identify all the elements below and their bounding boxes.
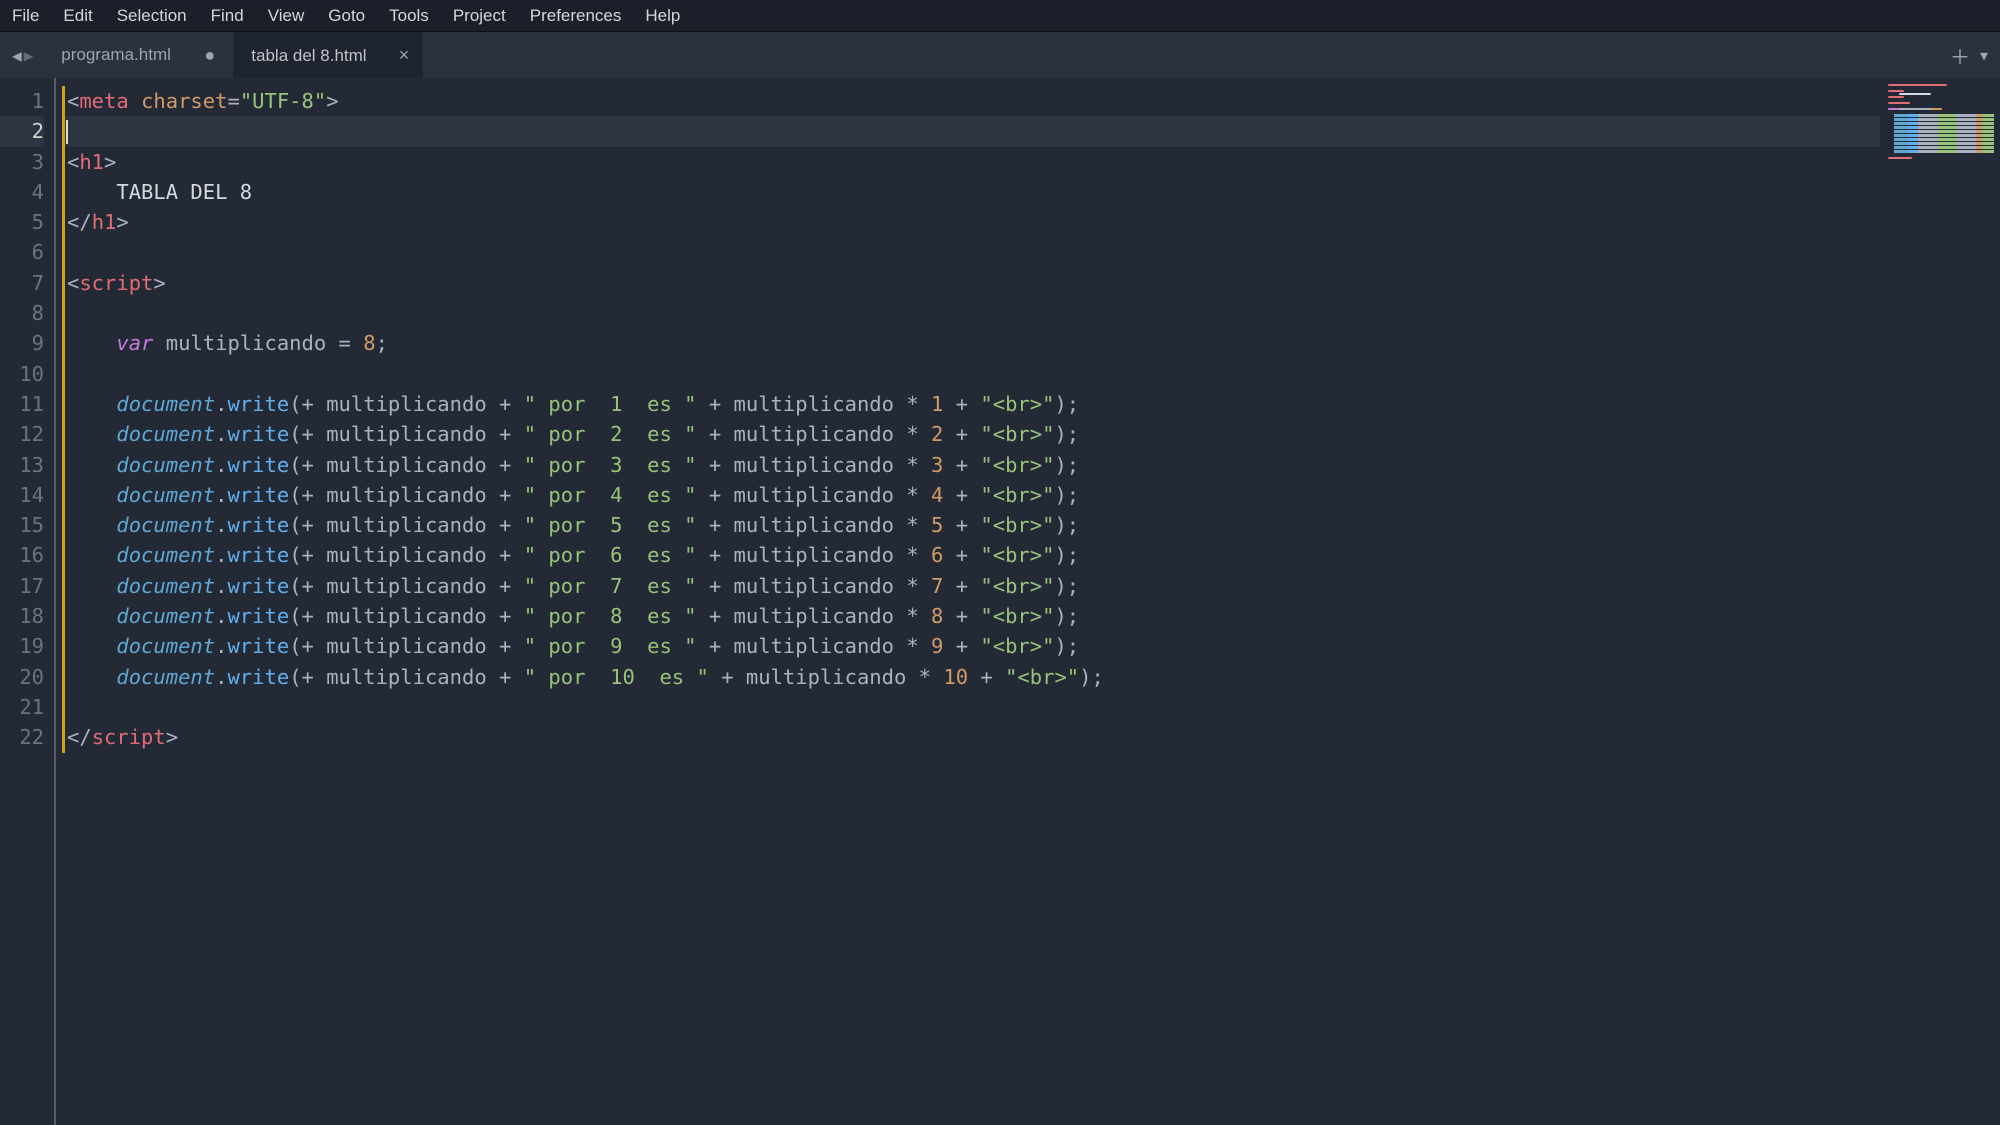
line-number[interactable]: 2 xyxy=(0,116,44,146)
tab-label: tabla del 8.html xyxy=(251,46,366,66)
tab-actions: ＋ ▾ xyxy=(1950,32,1990,78)
tab-label: programa.html xyxy=(61,45,171,65)
code-line: document.write(+ multiplicando + " por 1… xyxy=(62,662,1880,692)
menu-tools[interactable]: Tools xyxy=(377,6,441,26)
line-number[interactable]: 13 xyxy=(0,450,44,480)
code-line: document.write(+ multiplicando + " por 2… xyxy=(62,419,1880,449)
menu-bar: File Edit Selection Find View Goto Tools… xyxy=(0,0,2000,32)
editor: 1 2 3 4 5 6 7 8 9 10 11 12 13 14 15 16 1… xyxy=(0,78,2000,1125)
code-line: TABLA DEL 8 xyxy=(62,177,1880,207)
code-line: document.write(+ multiplicando + " por 5… xyxy=(62,510,1880,540)
new-tab-icon[interactable]: ＋ xyxy=(1950,41,1970,70)
menu-file[interactable]: File xyxy=(6,6,51,26)
code-line xyxy=(62,359,1880,389)
line-number[interactable]: 10 xyxy=(0,359,44,389)
code-line: <h1> xyxy=(62,147,1880,177)
gutter: 1 2 3 4 5 6 7 8 9 10 11 12 13 14 15 16 1… xyxy=(0,78,56,1125)
tab-tabla-del-8[interactable]: tabla del 8.html × xyxy=(233,32,423,78)
tab-bar: ◀ ▶ programa.html ● tabla del 8.html × ＋… xyxy=(0,32,2000,78)
line-number[interactable]: 11 xyxy=(0,389,44,419)
menu-goto[interactable]: Goto xyxy=(316,6,377,26)
code-line: document.write(+ multiplicando + " por 7… xyxy=(62,571,1880,601)
line-number[interactable]: 4 xyxy=(0,177,44,207)
line-number[interactable]: 7 xyxy=(0,268,44,298)
code-line xyxy=(62,298,1880,328)
menu-find[interactable]: Find xyxy=(199,6,256,26)
code-line: document.write(+ multiplicando + " por 9… xyxy=(62,631,1880,661)
code-line: </script> xyxy=(62,722,1880,752)
code-line: var multiplicando = 8; xyxy=(62,328,1880,358)
line-number[interactable]: 9 xyxy=(0,328,44,358)
minimap[interactable] xyxy=(1880,78,2000,1125)
code-line xyxy=(62,692,1880,722)
line-number[interactable]: 21 xyxy=(0,692,44,722)
code-line: <meta charset="UTF-8"> xyxy=(62,86,1880,116)
code-line: document.write(+ multiplicando + " por 3… xyxy=(62,450,1880,480)
tab-close-icon[interactable]: × xyxy=(399,45,410,66)
menu-help[interactable]: Help xyxy=(633,6,692,26)
line-number[interactable]: 16 xyxy=(0,540,44,570)
code-line: </h1> xyxy=(62,207,1880,237)
tab-programa[interactable]: programa.html ● xyxy=(43,32,233,78)
menu-view[interactable]: View xyxy=(256,6,317,26)
line-number[interactable]: 3 xyxy=(0,147,44,177)
code-line: document.write(+ multiplicando + " por 8… xyxy=(62,601,1880,631)
line-number[interactable]: 17 xyxy=(0,571,44,601)
code-line xyxy=(62,116,1880,146)
code-area[interactable]: <meta charset="UTF-8"><h1> TABLA DEL 8</… xyxy=(56,78,1880,1125)
line-number[interactable]: 20 xyxy=(0,662,44,692)
code-line: document.write(+ multiplicando + " por 1… xyxy=(62,389,1880,419)
tab-menu-icon[interactable]: ▾ xyxy=(1978,43,1990,67)
menu-edit[interactable]: Edit xyxy=(51,6,104,26)
line-number[interactable]: 22 xyxy=(0,722,44,752)
line-number[interactable]: 6 xyxy=(0,237,44,267)
line-number[interactable]: 19 xyxy=(0,631,44,661)
code-line: <script> xyxy=(62,268,1880,298)
tab-next-icon[interactable]: ▶ xyxy=(24,46,34,65)
line-number[interactable]: 1 xyxy=(0,86,44,116)
menu-project[interactable]: Project xyxy=(441,6,518,26)
line-number[interactable]: 18 xyxy=(0,601,44,631)
menu-selection[interactable]: Selection xyxy=(105,6,199,26)
tab-nav: ◀ ▶ xyxy=(0,32,43,78)
tab-dirty-icon: ● xyxy=(204,45,215,66)
tab-prev-icon[interactable]: ◀ xyxy=(12,46,22,65)
menu-preferences[interactable]: Preferences xyxy=(518,6,634,26)
line-number[interactable]: 14 xyxy=(0,480,44,510)
line-number[interactable]: 8 xyxy=(0,298,44,328)
code-line: document.write(+ multiplicando + " por 6… xyxy=(62,540,1880,570)
line-number[interactable]: 12 xyxy=(0,419,44,449)
code-line xyxy=(62,237,1880,267)
line-number[interactable]: 15 xyxy=(0,510,44,540)
minimap-content xyxy=(1888,84,1996,160)
line-number[interactable]: 5 xyxy=(0,207,44,237)
code-line: document.write(+ multiplicando + " por 4… xyxy=(62,480,1880,510)
